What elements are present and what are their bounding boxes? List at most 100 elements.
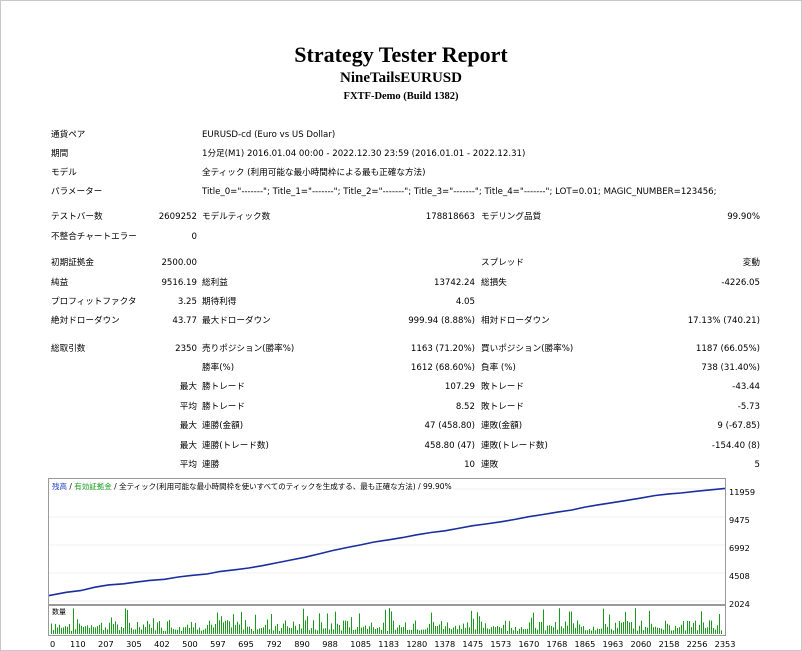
volume-bar <box>311 628 312 634</box>
volume-bar <box>283 623 284 634</box>
cons-wins-money-label: 連勝(金額) <box>202 421 244 431</box>
volume-bar <box>649 610 650 634</box>
volume-bar <box>299 624 300 634</box>
volume-bar <box>585 630 586 634</box>
volume-bar <box>701 611 702 634</box>
volume-bar <box>117 624 118 634</box>
volume-bar <box>543 609 544 634</box>
volume-bar <box>343 620 344 634</box>
volume-bar <box>583 625 584 634</box>
volume-bar <box>645 626 646 634</box>
volume-bar <box>355 629 356 634</box>
volume-bar <box>323 628 324 634</box>
volume-bar <box>429 623 430 634</box>
loss-value: 738 (31.40%) <box>701 363 760 373</box>
volume-bar <box>667 623 668 634</box>
volume-bar <box>139 627 140 634</box>
volume-bar <box>261 628 262 634</box>
info-label-model: モデル <box>51 168 77 178</box>
volume-bar <box>471 610 472 634</box>
volume-bar <box>191 622 192 634</box>
volume-bar <box>385 609 386 634</box>
volume-bar <box>273 630 274 634</box>
volume-bar <box>181 630 182 634</box>
volume-bar <box>653 627 654 634</box>
volume-bar <box>397 627 398 634</box>
volume-bar <box>291 628 292 634</box>
x-tick-label: 1573 <box>490 639 512 649</box>
volume-bar <box>617 627 618 634</box>
volume-bar <box>405 622 406 634</box>
volume-bar <box>383 622 384 634</box>
volume-bar <box>187 624 188 634</box>
volume-bar <box>267 619 268 634</box>
x-tick-label: 402 <box>154 639 170 649</box>
info-label-period: 期間 <box>51 149 69 159</box>
volume-bar <box>143 624 144 634</box>
volume-bar <box>401 627 402 634</box>
gross-loss-label: 総損失 <box>481 278 507 288</box>
volume-bar <box>703 622 704 634</box>
volume-bar <box>511 627 512 634</box>
volume-bar <box>541 621 542 634</box>
volume-bar <box>643 630 644 634</box>
volume-bar <box>427 627 428 634</box>
volume-bar <box>87 625 88 634</box>
volume-bar <box>119 630 120 634</box>
volume-bar <box>149 624 150 634</box>
volume-bar <box>527 628 528 634</box>
volume-bar <box>545 630 546 634</box>
x-tick-label: 1768 <box>546 639 568 649</box>
volume-bar <box>523 629 524 634</box>
volume-bar <box>247 626 248 634</box>
volume-bar <box>685 630 686 634</box>
volume-bar <box>591 630 592 634</box>
volume-bar <box>461 629 462 634</box>
volume-bar <box>195 622 196 634</box>
gross-profit-value: 13742.24 <box>433 278 475 288</box>
x-tick-label: 500 <box>182 639 198 649</box>
expert-name: NineTailsEURUSD <box>340 70 462 86</box>
volume-bar <box>525 629 526 634</box>
info-label-params: パラメーター <box>51 187 103 197</box>
volume-bar <box>393 620 394 634</box>
volume-bar <box>555 621 556 634</box>
volume-bar <box>253 630 254 634</box>
volume-bar <box>169 619 170 634</box>
volume-bar <box>413 623 414 634</box>
volume-bar <box>567 625 568 634</box>
volume-bar <box>171 627 172 634</box>
volume-bar <box>705 628 706 634</box>
volume-bar <box>683 621 684 634</box>
volume-bar <box>307 616 308 634</box>
volume-bar <box>357 627 358 634</box>
volume-bar <box>673 630 674 634</box>
volume-bar <box>361 627 362 634</box>
volume-bar <box>89 627 90 634</box>
volume-bar <box>707 627 708 634</box>
volume-bar <box>475 629 476 634</box>
volume-bar <box>177 629 178 634</box>
volume-bar <box>317 630 318 634</box>
volume-bar <box>53 630 54 634</box>
volume-bar <box>293 621 294 634</box>
x-tick-label: 1183 <box>378 639 400 649</box>
x-tick-label: 1670 <box>518 639 540 649</box>
abs-dd-value: 43.77 <box>172 316 197 326</box>
volume-bar <box>681 624 682 634</box>
volume-bar <box>327 613 328 634</box>
volume-bar <box>199 627 200 634</box>
x-tick-label: 1475 <box>462 639 484 649</box>
x-tick-label: 305 <box>126 639 142 649</box>
volume-bar <box>479 616 480 634</box>
volume-bar <box>175 629 176 634</box>
long-value: 1187 (66.05%) <box>695 344 760 354</box>
volume-bar <box>345 620 346 634</box>
volume-bar <box>423 629 424 634</box>
rel-dd-value: 17.13% (740.21) <box>687 316 760 326</box>
max-dd-value: 999.94 (8.88%) <box>408 316 475 326</box>
volume-bar <box>249 626 250 634</box>
ticks-value: 178818663 <box>425 212 475 222</box>
volume-bar <box>577 620 578 634</box>
volume-bar <box>709 620 710 634</box>
